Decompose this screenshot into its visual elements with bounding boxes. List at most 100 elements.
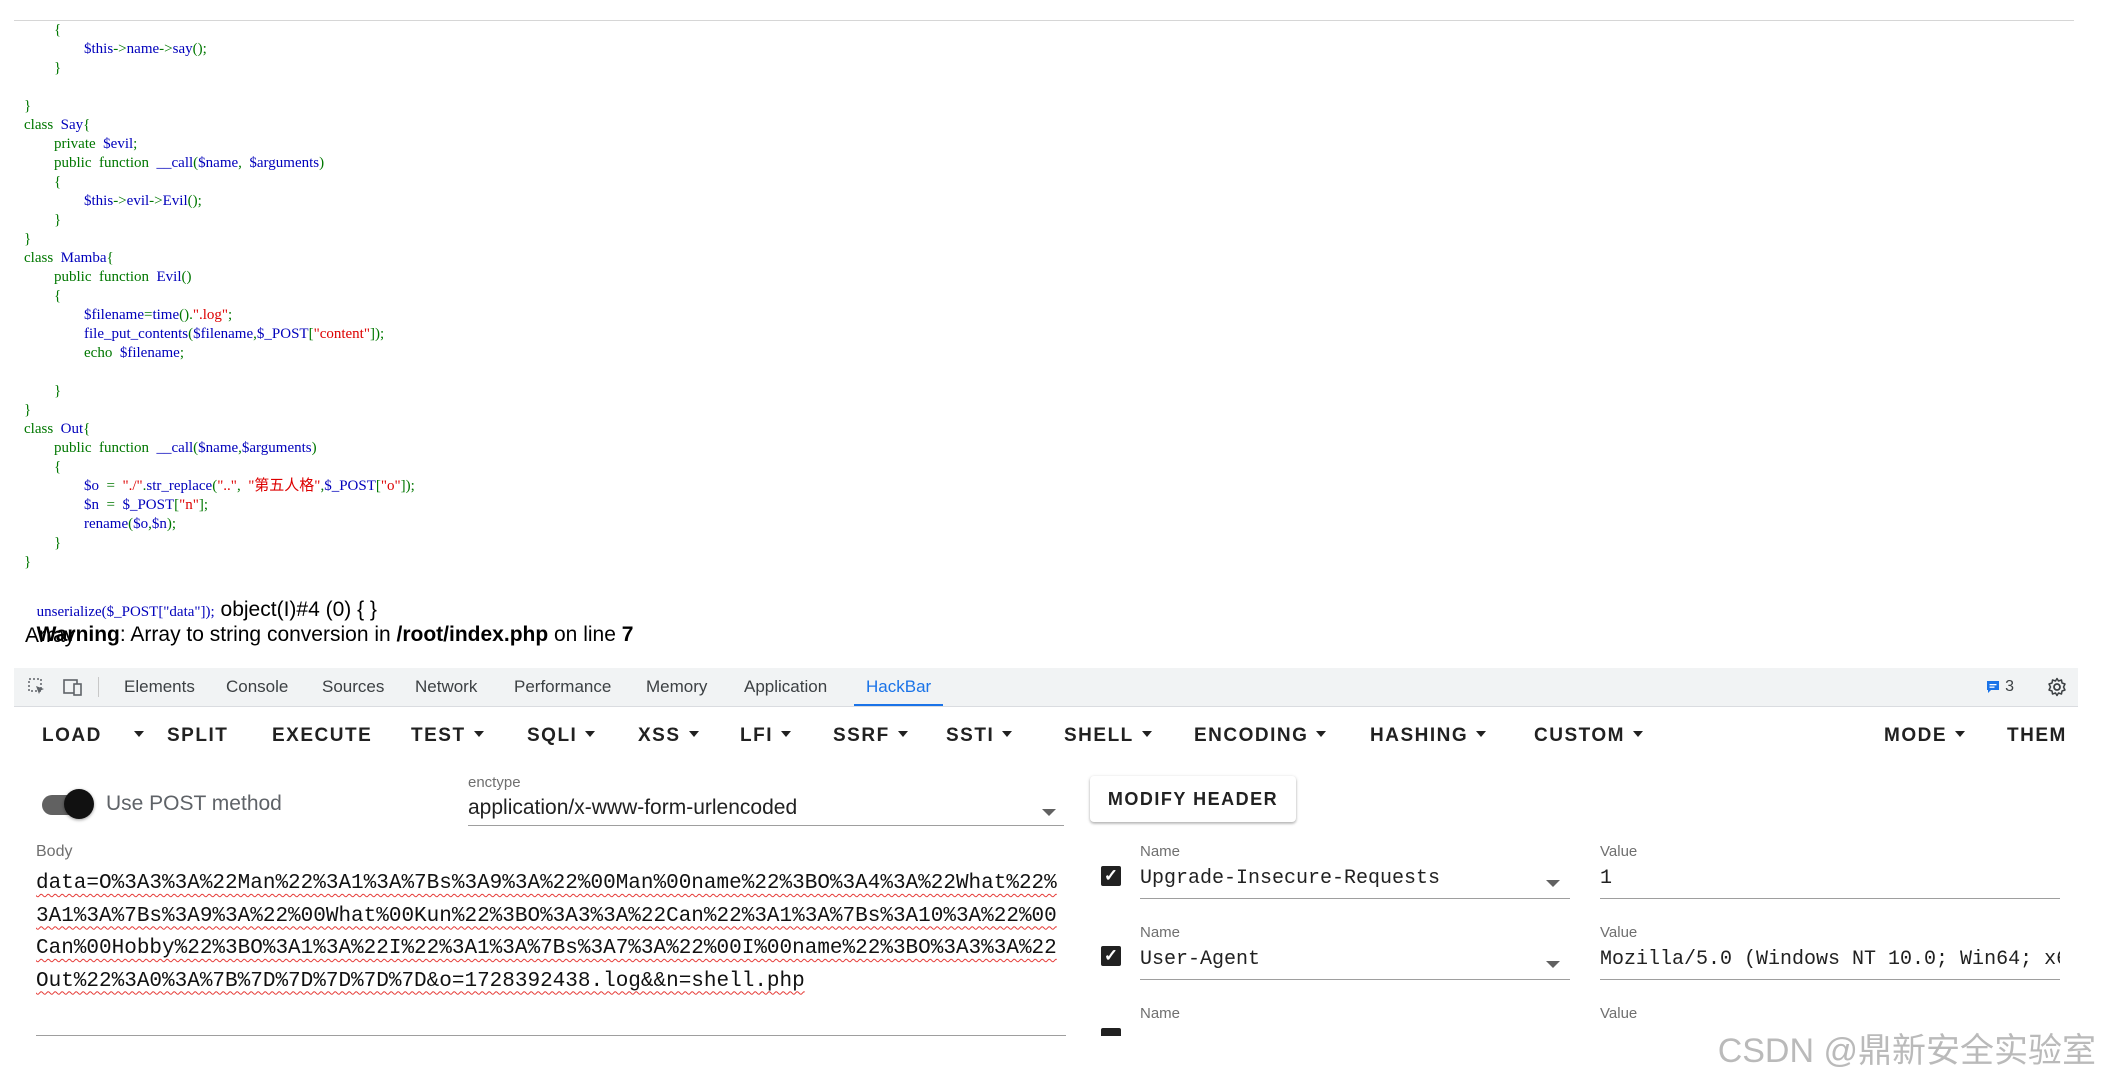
- post-method-label: Use POST method: [106, 792, 282, 815]
- ssti-label: SSTI: [946, 725, 995, 746]
- enctype-underline: [468, 825, 1064, 826]
- code-line: {: [54, 174, 62, 190]
- tab-hackbar[interactable]: HackBar: [854, 668, 944, 706]
- warning-path: /root/index.php: [396, 623, 549, 646]
- xss-menu-button[interactable]: XSS: [638, 720, 699, 752]
- header-1-value-label: Value: [1600, 843, 1638, 860]
- body-textarea[interactable]: data=O%3A3%3A%22Man%22%3A1%3A%7Bs%3A9%3A…: [36, 868, 1061, 998]
- modify-header-button[interactable]: MODIFY HEADER: [1090, 776, 1296, 822]
- encoding-menu-button[interactable]: ENCODING: [1194, 720, 1327, 752]
- header-2-name-label: Name: [1140, 924, 1181, 941]
- header-1-name-input[interactable]: Upgrade-Insecure-Requests: [1140, 867, 1440, 890]
- chevron-down-icon: [1002, 730, 1013, 737]
- warning-on-line: on line: [548, 623, 622, 646]
- tab-sources[interactable]: Sources: [322, 668, 384, 706]
- settings-gear-icon[interactable]: [2046, 676, 2068, 698]
- execute-button[interactable]: EXECUTE: [272, 720, 372, 752]
- ssrf-menu-button[interactable]: SSRF: [833, 720, 908, 752]
- body-label: Body: [36, 843, 73, 860]
- header-1-checkbox[interactable]: ✓: [1101, 866, 1121, 886]
- header-3-name-label: Name: [1140, 1005, 1181, 1022]
- shell-label: SHELL: [1064, 725, 1134, 746]
- chevron-down-icon: [1632, 730, 1643, 737]
- code-line: private $evil;: [54, 136, 138, 152]
- tab-network[interactable]: Network: [415, 668, 477, 706]
- header-1-value-input[interactable]: 1: [1600, 867, 2060, 890]
- code-line: {: [54, 288, 62, 304]
- code-line: }: [24, 554, 32, 570]
- devtools-panel: Elements Console Sources Network Perform…: [14, 668, 2078, 1078]
- header-1-name-label: Name: [1140, 843, 1181, 860]
- header-2-name-underline: [1140, 979, 1570, 980]
- header-3-checkbox[interactable]: [1101, 1028, 1121, 1036]
- split-button[interactable]: SPLIT: [167, 720, 228, 752]
- issues-badge[interactable]: 3: [1985, 668, 2014, 706]
- code-line: public function __call($name, $arguments…: [54, 155, 325, 171]
- message-icon: [1987, 681, 2000, 693]
- mode-menu-button[interactable]: MODE: [1884, 720, 1965, 752]
- ssti-menu-button[interactable]: SSTI: [946, 720, 1013, 752]
- tab-memory[interactable]: Memory: [646, 668, 707, 706]
- warning-line-number: 7: [621, 623, 634, 646]
- code-line: }: [54, 212, 62, 228]
- tab-console[interactable]: Console: [226, 668, 288, 706]
- tab-performance[interactable]: Performance: [514, 668, 611, 706]
- warning-text: : Array to string conversion in: [119, 623, 397, 646]
- code-line: $o = "./".str_replace("..", "第五人格",$_POS…: [84, 478, 415, 494]
- code-line: class Say{: [24, 117, 91, 133]
- header-2-name-input[interactable]: User-Agent: [1140, 948, 1260, 971]
- header-3-value-label: Value: [1600, 1005, 1638, 1022]
- toolbar-divider: [98, 677, 99, 697]
- sqli-label: SQLI: [527, 725, 578, 746]
- issues-count: 3: [2005, 678, 2014, 695]
- tab-application[interactable]: Application: [744, 668, 827, 706]
- load-button[interactable]: LOAD: [42, 720, 102, 752]
- header-2-checkbox[interactable]: ✓: [1101, 946, 1121, 966]
- code-line: public function __call($name,$arguments): [54, 440, 317, 456]
- sqli-menu-button[interactable]: SQLI: [527, 720, 596, 752]
- inspect-element-icon[interactable]: [26, 676, 48, 698]
- header-1-value-underline: [1600, 898, 2060, 899]
- code-line: }: [24, 98, 32, 114]
- test-menu-button[interactable]: TEST: [411, 720, 484, 752]
- devtools-tab-bar: Elements Console Sources Network Perform…: [14, 668, 2078, 707]
- custom-label: CUSTOM: [1534, 725, 1625, 746]
- chevron-down-icon: [1955, 730, 1965, 737]
- theme-menu-button[interactable]: THEM: [2007, 720, 2078, 752]
- enctype-dropdown-icon[interactable]: [1042, 809, 1056, 816]
- chevron-down-icon: [473, 730, 484, 737]
- code-line: }: [54, 535, 62, 551]
- code-line: $n = $_POST["n"];: [84, 497, 209, 513]
- test-label: TEST: [411, 725, 466, 746]
- body-underline: [36, 1035, 1066, 1036]
- chevron-down-icon: [585, 730, 596, 737]
- code-line: class Mamba{: [24, 250, 114, 266]
- lfi-menu-button[interactable]: LFI: [740, 720, 791, 752]
- mode-label: MODE: [1884, 725, 1947, 746]
- custom-menu-button[interactable]: CUSTOM: [1534, 720, 1643, 752]
- header-2-name-dropdown-icon[interactable]: [1546, 961, 1560, 968]
- device-toolbar-icon[interactable]: [62, 676, 84, 698]
- hashing-label: HASHING: [1370, 725, 1469, 746]
- watermark: CSDN @鼎新安全实验室: [1717, 1032, 2096, 1070]
- enctype-select[interactable]: application/x-www-form-urlencoded: [468, 796, 797, 820]
- chevron-down-icon: [688, 730, 699, 737]
- chevron-down-icon: [897, 730, 908, 737]
- chevron-down-icon: [134, 730, 144, 737]
- code-line: }: [24, 402, 32, 418]
- post-method-toggle-knob[interactable]: [64, 789, 94, 819]
- tab-elements[interactable]: Elements: [124, 668, 195, 706]
- source-code-panel: { $this->name->say(); }} class Say{ priva…: [14, 20, 2074, 661]
- shell-menu-button[interactable]: SHELL: [1064, 720, 1152, 752]
- load-dropdown-button[interactable]: [126, 720, 144, 752]
- header-1-name-dropdown-icon[interactable]: [1546, 880, 1560, 887]
- code-line: }: [24, 231, 32, 247]
- chevron-down-icon: [781, 730, 791, 737]
- lfi-label: LFI: [740, 725, 773, 746]
- code-line: public function Evil(): [54, 269, 192, 285]
- xss-label: XSS: [638, 725, 681, 746]
- header-2-value-label: Value: [1600, 924, 1638, 941]
- header-2-value-input[interactable]: Mozilla/5.0 (Windows NT 10.0; Win64; x64…: [1600, 948, 2060, 971]
- hashing-menu-button[interactable]: HASHING: [1370, 720, 1487, 752]
- code-line: $this->evil->Evil();: [84, 193, 202, 209]
